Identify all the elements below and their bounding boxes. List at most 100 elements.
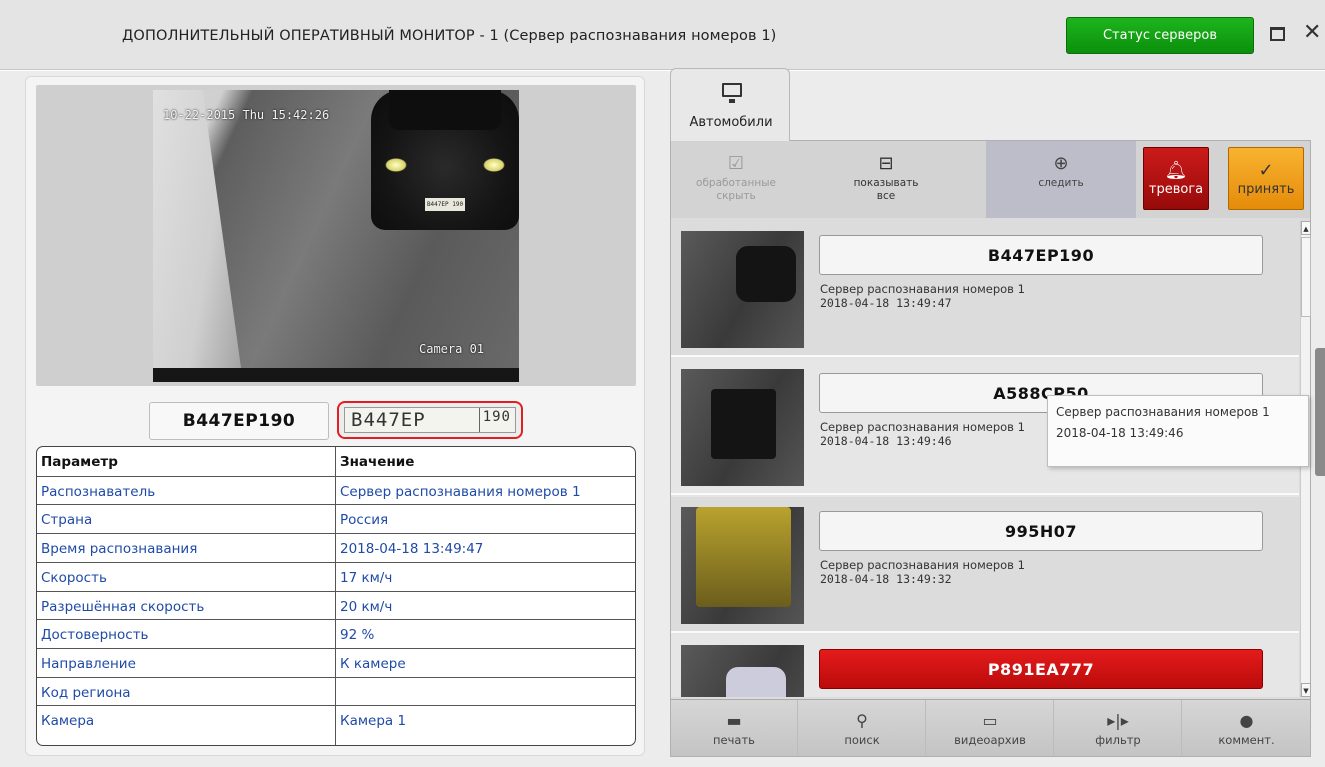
sidewalk-shape xyxy=(153,90,243,382)
comment-icon: ● xyxy=(1239,710,1254,730)
param-name: Разрешённая скорость xyxy=(41,598,205,615)
close-icon[interactable]: ✕ xyxy=(1303,22,1321,44)
scroll-up-icon[interactable]: ▲ xyxy=(1301,221,1311,235)
event-tooltip: Сервер распознавания номеров 1 2018-04-1… xyxy=(1047,395,1309,467)
events-toolbar: ☑ обработанные скрыть ⊟ показывать все ⊕… xyxy=(671,141,1310,218)
search-label: поиск xyxy=(844,732,880,747)
event-server: Сервер распознавания номеров 1 xyxy=(820,282,1025,296)
car-windshield xyxy=(389,90,501,130)
layout-icon: ⊟ xyxy=(878,153,894,174)
tab-vehicles[interactable]: Автомобили xyxy=(670,68,790,141)
comment-label: коммент. xyxy=(1218,732,1275,747)
event-server: Сервер распознавания номеров 1 xyxy=(820,558,1025,572)
list-item[interactable]: 995H07 Сервер распознавания номеров 1 20… xyxy=(671,497,1299,633)
bell-icon: 🔔︎ xyxy=(1164,160,1188,181)
search-button[interactable]: ⚲ поиск xyxy=(799,700,926,757)
param-value: Камера 1 xyxy=(340,713,407,730)
printer-icon: ▬ xyxy=(726,710,742,730)
table-row: Направление К камере xyxy=(37,647,635,677)
scroll-thumb[interactable] xyxy=(1301,237,1311,317)
tooltip-time: 2018-04-18 13:49:46 xyxy=(1056,426,1184,440)
list-item[interactable]: B447EP190 Сервер распознавания номеров 1… xyxy=(671,221,1299,357)
watch-label: следить xyxy=(1038,177,1084,189)
car-plate-small: B447EP 190 xyxy=(425,198,465,211)
filter-label: фильтр xyxy=(1095,732,1141,747)
table-row: Распознаватель Сервер распознавания номе… xyxy=(37,475,635,505)
hide-processed-line2: скрыть xyxy=(716,190,756,202)
plate-crop-inner: B447EP 190 xyxy=(344,407,516,433)
event-thumbnail[interactable] xyxy=(681,645,804,697)
accept-label: принять xyxy=(1237,182,1295,197)
maximize-icon[interactable] xyxy=(1270,27,1285,41)
video-archive-button[interactable]: ▭ видеоархив xyxy=(927,700,1054,757)
event-time: 2018-04-18 13:49:47 xyxy=(820,296,952,310)
show-all-button[interactable]: ⊟ показывать все xyxy=(821,141,951,218)
print-label: печать xyxy=(713,732,755,747)
alarm-button[interactable]: 🔔︎ тревога xyxy=(1143,147,1209,210)
watch-button[interactable]: ⊕ следить xyxy=(986,141,1136,218)
param-value: 20 км/ч xyxy=(340,598,393,615)
event-thumbnail[interactable] xyxy=(681,507,804,624)
window-scrollbar[interactable] xyxy=(1315,348,1325,476)
print-button[interactable]: ▬ печать xyxy=(671,700,798,757)
headlight-right xyxy=(483,158,505,172)
headlight-left xyxy=(385,158,407,172)
plate-crop-main: B447EP xyxy=(351,409,426,431)
server-status-button[interactable]: Статус серверов xyxy=(1066,17,1254,54)
camera-snapshot[interactable]: B447EP 190 10-22-2015 Thu 15:42:26 Camer… xyxy=(153,90,519,382)
car-shape xyxy=(726,667,786,697)
filter-button[interactable]: ▸|▸ фильтр xyxy=(1055,700,1182,757)
param-name: Страна xyxy=(41,512,93,529)
tab-vehicles-label: Автомобили xyxy=(689,115,773,130)
event-thumbnail[interactable] xyxy=(681,369,804,486)
search-icon: ⚲ xyxy=(856,710,868,730)
monitor-icon xyxy=(722,83,742,103)
table-row: Разрешённая скорость 20 км/ч xyxy=(37,590,635,620)
param-name: Время распознавания xyxy=(41,541,198,558)
car-shape: B447EP 190 xyxy=(371,90,519,230)
table-row: Камера Камера 1 xyxy=(37,705,635,734)
show-all-line2: все xyxy=(876,190,896,202)
title-bar: ДОПОЛНИТЕЛЬНЫЙ ОПЕРАТИВНЫЙ МОНИТОР - 1 (… xyxy=(0,0,1325,70)
param-value: 17 км/ч xyxy=(340,569,393,586)
bottom-toolbar: ▬ печать ⚲ поиск ▭ видеоархив ▸|▸ фильтр… xyxy=(671,699,1310,757)
event-time: 2018-04-18 13:49:46 xyxy=(820,434,952,448)
table-row: Код региона xyxy=(37,676,635,706)
camera-label: Camera 01 xyxy=(419,342,485,356)
accept-button[interactable]: ✓ принять xyxy=(1228,147,1304,210)
list-item[interactable]: P891EA777 xyxy=(671,635,1299,697)
table-row: Достоверность 92 % xyxy=(37,619,635,648)
param-value: Сервер распознавания номеров 1 xyxy=(340,483,581,500)
camera-info-strip xyxy=(153,368,519,382)
plate-crop-image[interactable]: B447EP 190 xyxy=(337,401,523,439)
truck-shape xyxy=(696,507,791,607)
camera-timestamp: 10-22-2015 Thu 15:42:26 xyxy=(163,108,330,122)
window-title: ДОПОЛНИТЕЛЬНЫЙ ОПЕРАТИВНЫЙ МОНИТОР - 1 (… xyxy=(122,28,777,44)
params-header: Параметр Значение xyxy=(37,447,635,476)
tooltip-server: Сервер распознавания номеров 1 xyxy=(1056,405,1270,419)
event-plate: B447EP190 xyxy=(819,235,1263,275)
event-plate-alarm: P891EA777 xyxy=(819,649,1263,689)
event-thumbnail[interactable] xyxy=(681,231,804,348)
comment-button[interactable]: ● коммент. xyxy=(1183,700,1310,757)
detail-panel: B447EP 190 10-22-2015 Thu 15:42:26 Camer… xyxy=(25,76,645,756)
checkmark-icon: ✓ xyxy=(1258,160,1274,181)
value-header: Значение xyxy=(340,454,415,470)
scroll-down-icon[interactable]: ▼ xyxy=(1301,683,1311,697)
param-name: Достоверность xyxy=(41,627,149,644)
param-header: Параметр xyxy=(41,454,118,470)
checked-list-icon: ☑ xyxy=(727,153,745,174)
target-icon: ⊕ xyxy=(1053,153,1069,174)
car-shape xyxy=(711,389,776,459)
param-name: Направление xyxy=(41,655,136,672)
table-row: Скорость 17 км/ч xyxy=(37,561,635,591)
table-row: Страна Россия xyxy=(37,504,635,533)
event-plate: 995H07 xyxy=(819,511,1263,551)
car-shape xyxy=(736,246,796,302)
param-value: 2018-04-18 13:49:47 xyxy=(340,541,484,558)
hide-processed-button[interactable]: ☑ обработанные скрыть xyxy=(671,141,801,218)
video-archive-icon: ▭ xyxy=(982,710,998,730)
param-value: 92 % xyxy=(340,627,375,644)
plate-crop-region: 190 xyxy=(478,408,511,432)
param-value: К камере xyxy=(340,655,406,672)
